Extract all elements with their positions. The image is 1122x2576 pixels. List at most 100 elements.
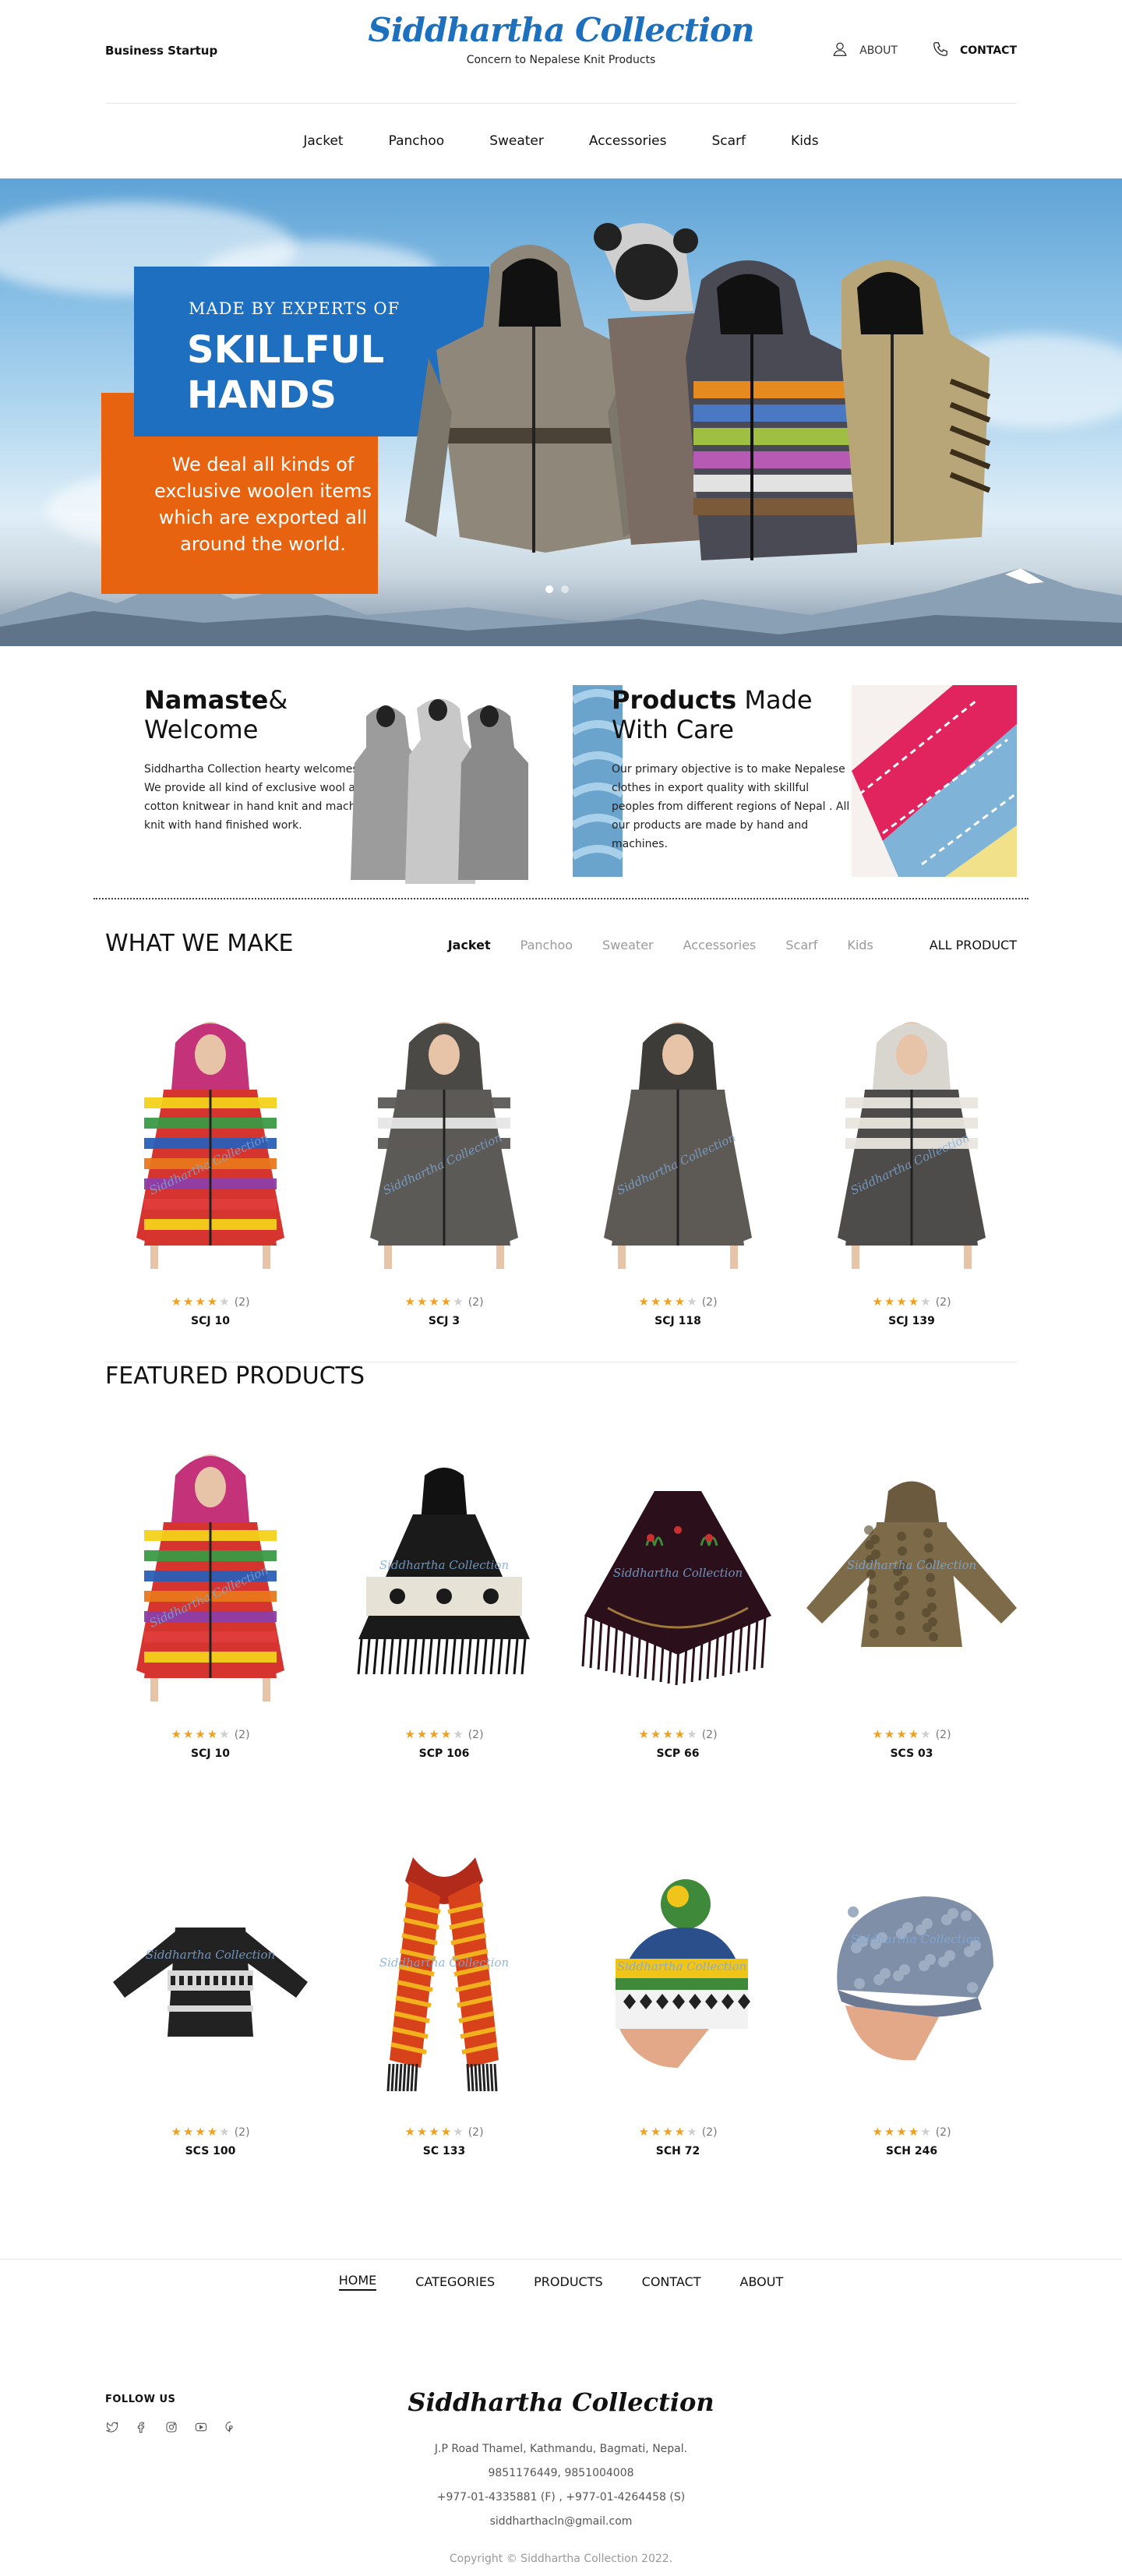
filter-kids[interactable]: Kids: [847, 938, 873, 952]
facebook-icon[interactable]: [135, 2420, 149, 2434]
products-care-text: Our primary objective is to make Nepales…: [612, 763, 850, 850]
about-label: ABOUT: [859, 44, 898, 57]
product-code[interactable]: SCJ 10: [105, 1315, 316, 1327]
product-card[interactable]: Siddhartha Collection ★★★★★ (2) SCJ 10: [105, 1008, 316, 1327]
filter-accessories[interactable]: Accessories: [683, 938, 757, 952]
product-card[interactable]: Siddhartha Collection ★★★★★ (2) SCJ 10: [105, 1440, 316, 1760]
nav-item-jacket[interactable]: Jacket: [303, 133, 343, 149]
carousel-dot[interactable]: [545, 585, 553, 593]
products-care-block: Products Made With Care Our primary obje…: [612, 685, 853, 853]
review-count: (2): [701, 1729, 718, 1741]
filter-jacket[interactable]: Jacket: [448, 938, 491, 952]
rating-stars: ★★★★★ (2): [171, 1295, 250, 1309]
svg-text:Siddhartha Collection: Siddhartha Collection: [847, 1558, 976, 1572]
rating-stars: ★★★★★ (2): [404, 1295, 484, 1309]
product-image[interactable]: Siddhartha Collection: [105, 1838, 316, 2111]
what-we-make-grid: Siddhartha Collection ★★★★★ (2) SCJ 10 Si…: [105, 1008, 1017, 1327]
product-image[interactable]: Siddhartha Collection: [806, 1440, 1017, 1713]
product-card[interactable]: Siddhartha Collection ★★★★★ (2) SCS 100: [105, 1838, 316, 2157]
product-code[interactable]: SCS 100: [105, 2145, 316, 2157]
footer-nav-contact[interactable]: CONTACT: [642, 2274, 701, 2289]
review-count: (2): [468, 2126, 484, 2139]
featured-title: FEATURED PRODUCTS: [105, 1362, 365, 1390]
product-card[interactable]: Siddhartha Collection ★★★★★ (2) SCJ 139: [806, 1008, 1017, 1327]
product-code[interactable]: SCJ 3: [339, 1315, 549, 1327]
footer-brand: Siddhartha Collection: [408, 2387, 714, 2417]
all-products-link[interactable]: ALL PRODUCT: [930, 938, 1017, 952]
product-image[interactable]: Siddhartha Collection: [105, 1008, 316, 1281]
footer-nav-about[interactable]: ABOUT: [740, 2274, 784, 2289]
youtube-icon[interactable]: [194, 2420, 208, 2434]
product-code[interactable]: SCS 03: [806, 1747, 1017, 1760]
product-code[interactable]: SCJ 10: [105, 1747, 316, 1760]
footer-nav-categories[interactable]: CATEGORIES: [415, 2274, 495, 2289]
product-code[interactable]: SC 133: [339, 2145, 549, 2157]
product-card[interactable]: Siddhartha Collection ★★★★★ (2) SCH 72: [573, 1838, 783, 2157]
product-image[interactable]: Siddhartha Collection: [573, 1440, 783, 1713]
product-card[interactable]: Siddhartha Collection ★★★★★ (2) SC 133: [339, 1838, 549, 2157]
footer-nav-home[interactable]: HOME: [338, 2273, 377, 2291]
hero-body-text: We deal all kinds of exclusive woolen it…: [154, 454, 372, 555]
product-image[interactable]: Siddhartha Collection: [806, 1008, 1017, 1281]
filter-scarf[interactable]: Scarf: [785, 938, 817, 952]
product-code[interactable]: SCH 246: [806, 2145, 1017, 2157]
product-image[interactable]: Siddhartha Collection: [339, 1838, 549, 2111]
review-count: (2): [234, 2126, 250, 2139]
filter-sweater[interactable]: Sweater: [602, 938, 654, 952]
product-card[interactable]: Siddhartha Collection ★★★★★ (2) SCJ 118: [573, 1008, 783, 1327]
footer-nav: HOME CATEGORIES PRODUCTS CONTACT ABOUT: [0, 2260, 1122, 2303]
pinterest-icon[interactable]: [224, 2420, 238, 2434]
rating-stars: ★★★★★ (2): [638, 1727, 718, 1741]
review-count: (2): [234, 1729, 250, 1741]
nav-item-scarf[interactable]: Scarf: [712, 133, 746, 149]
footer-email[interactable]: siddharthacln@gmail.com: [105, 2510, 1017, 2534]
about-link[interactable]: ABOUT: [831, 41, 898, 61]
product-card[interactable]: Siddhartha Collection ★★★★★ (2) SCS 03: [806, 1440, 1017, 1760]
product-code[interactable]: SCH 72: [573, 2145, 783, 2157]
intro-section: Namaste& Welcome Siddhartha Collection h…: [105, 646, 1017, 899]
svg-text:Siddhartha Collection: Siddhartha Collection: [146, 1948, 275, 1962]
nav-item-panchoo[interactable]: Panchoo: [389, 133, 445, 149]
nav-item-kids[interactable]: Kids: [791, 133, 819, 149]
product-code[interactable]: SCJ 118: [573, 1315, 783, 1327]
product-image[interactable]: Siddhartha Collection: [105, 1440, 316, 1713]
review-count: (2): [935, 1729, 951, 1741]
product-code[interactable]: SCP 66: [573, 1747, 783, 1760]
featured-grid-row-2: Siddhartha Collection ★★★★★ (2) SCS 100 S…: [105, 1838, 1017, 2157]
instagram-icon[interactable]: [164, 2420, 178, 2434]
footer-nav-products[interactable]: PRODUCTS: [534, 2274, 603, 2289]
site-header: Business Startup Siddhartha Collection C…: [105, 0, 1017, 103]
footer-address: J.P Road Thamel, Kathmandu, Bagmati, Nep…: [434, 2443, 688, 2455]
product-image[interactable]: Siddhartha Collection: [339, 1440, 549, 1713]
header-links: ABOUT CONTACT: [831, 41, 1017, 61]
product-image[interactable]: Siddhartha Collection: [573, 1008, 783, 1281]
product-card[interactable]: Siddhartha Collection ★★★★★ (2) SCP 66: [573, 1440, 783, 1760]
product-image[interactable]: Siddhartha Collection: [339, 1008, 549, 1281]
rating-stars: ★★★★★ (2): [872, 2125, 951, 2139]
user-icon: [831, 41, 849, 61]
main-nav: Jacket Panchoo Sweater Accessories Scarf Kids: [105, 104, 1017, 178]
review-count: (2): [468, 1296, 484, 1309]
product-code[interactable]: SCP 106: [339, 1747, 549, 1760]
carousel-dot[interactable]: [561, 585, 569, 593]
product-card[interactable]: Siddhartha Collection ★★★★★ (2) SCJ 3: [339, 1008, 549, 1327]
filter-panchoo[interactable]: Panchoo: [520, 938, 573, 952]
hero-banner: MADE BY EXPERTS OF SKILLFUL HANDS We dea…: [0, 178, 1122, 646]
twitter-icon[interactable]: [105, 2420, 119, 2434]
product-image[interactable]: Siddhartha Collection: [806, 1838, 1017, 2111]
product-code[interactable]: SCJ 139: [806, 1315, 1017, 1327]
svg-text:Siddhartha Collection: Siddhartha Collection: [617, 1959, 746, 1974]
footer-landline: +977-01-4335881 (F) , +977-01-4264458 (S…: [436, 2491, 686, 2504]
welcome-text: Siddhartha Collection hearty welcomes yo…: [144, 763, 386, 832]
hero-jackets-image: [405, 223, 991, 560]
product-card[interactable]: Siddhartha Collection ★★★★★ (2) SCP 106: [339, 1440, 549, 1760]
nav-item-sweater[interactable]: Sweater: [489, 133, 544, 149]
rating-stars: ★★★★★ (2): [872, 1727, 951, 1741]
hero-big-heading: SKILLFUL HANDS: [187, 328, 385, 417]
product-image[interactable]: Siddhartha Collection: [573, 1838, 783, 2111]
rating-stars: ★★★★★ (2): [404, 1727, 484, 1741]
nav-item-accessories[interactable]: Accessories: [589, 133, 667, 149]
phone-icon: [932, 41, 949, 61]
product-card[interactable]: Siddhartha Collection ★★★★★ (2) SCH 246: [806, 1838, 1017, 2157]
contact-link[interactable]: CONTACT: [932, 41, 1017, 61]
